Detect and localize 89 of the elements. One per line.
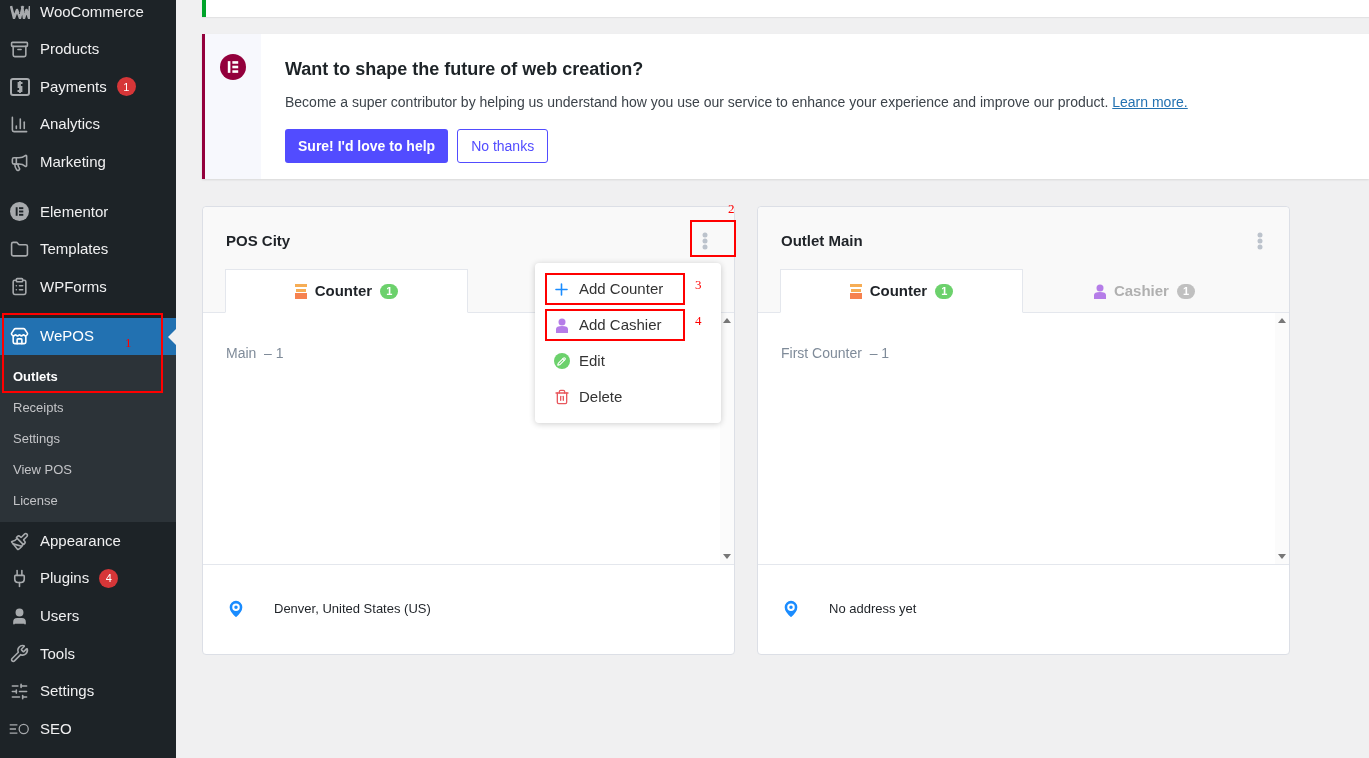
sidebar-item[interactable]: Marketing [0,143,176,181]
menu-item[interactable]: Add Cashier [545,309,685,341]
person-icon [1093,283,1106,299]
notice-text: Become a super contributor by helping us understand how you use our service to enhance your experience and improve our product. Learn more. [285,93,1188,112]
annotation-frame [690,220,736,257]
submenu-item[interactable]: View POS [0,454,176,486]
sidebar-item[interactable]: Appearance [0,522,176,560]
menu-item[interactable]: Add Counter [545,273,685,305]
submenu-item[interactable]: Outlets [0,361,176,393]
store-icon [10,327,29,347]
bar-chart-icon [10,115,29,135]
count-badge: 1 [116,77,136,97]
sidebar-label: Payments [40,76,107,97]
no-thanks-button[interactable]: No thanks [457,129,549,163]
sidebar-label: Products [40,39,100,60]
scroll-down-icon [723,554,731,559]
counter-stand-icon [849,283,862,299]
submenu-item[interactable]: Receipts [0,392,176,424]
sidebar-label: Marketing [40,151,106,172]
sidebar-label: WooCommerce [40,1,144,22]
sidebar-item[interactable]: Settings [0,672,176,711]
form-icon [10,277,29,297]
pencil-icon [553,353,570,369]
sidebar-label: Templates [40,239,109,260]
learn-more-link[interactable]: Learn more. [1112,94,1188,110]
megaphone-icon [10,152,29,172]
scrollbar[interactable] [720,313,734,564]
outlet-name: Outlet Main [781,230,863,251]
submenu-item[interactable]: License [0,485,176,517]
folder-icon [10,239,29,259]
sidebar-label: Settings [40,681,95,702]
more-icon[interactable] [702,232,708,250]
elementor-icon [10,202,29,222]
sidebar-item[interactable]: Elementor [0,192,176,231]
sidebar-item[interactable]: Products [0,30,176,69]
count-badge: 4 [99,569,119,589]
sidebar-label: SEO [40,718,72,739]
trash-icon [553,389,570,405]
address-text: No address yet [829,599,917,618]
sidebar-item[interactable]: WPForms [0,268,176,306]
user-icon [10,606,29,626]
sidebar-item[interactable]: Payments 1 [0,68,176,106]
sidebar-label: Analytics [40,114,101,135]
count-badge: 1 [1176,283,1196,299]
sidebar-label: Tools [40,643,76,664]
archive-icon [10,39,29,59]
annotation-number: 4 [695,312,702,330]
sidebar-label: Elementor [40,201,109,222]
annotation-number: 2 [728,200,735,218]
woo-logo-icon [9,4,30,19]
menu-item[interactable]: Edit [545,345,685,377]
annotation-number: 3 [695,276,702,294]
sidebar-label: WePOS [40,326,94,347]
sliders-icon [10,682,29,701]
sidebar-item[interactable]: Templates [0,230,176,269]
sidebar-item[interactable]: WooCommerce [0,0,176,31]
sidebar-item[interactable]: Plugins 4 [0,559,176,598]
notice-title: Want to shape the future of web creation? [285,58,645,81]
help-button[interactable]: Sure! I'd love to help [285,129,449,163]
elementor-logo-icon [220,54,246,80]
counter-stand-icon [294,283,307,299]
counter-entry: Main – 1 [226,344,284,363]
sidebar-item[interactable]: Users [0,597,176,636]
paintbrush-icon [10,531,29,551]
more-icon[interactable] [1257,232,1263,250]
annotation-number: 1 [125,334,132,352]
dollar-icon [9,78,30,96]
wrench-icon [10,644,29,664]
sidebar-label: Appearance [40,530,121,551]
outlet-tab[interactable]: Counter 1 [225,269,468,313]
sidebar-item[interactable]: SEO [0,710,176,748]
outlet-tab[interactable]: Counter 1 [780,269,1023,313]
sidebar-item[interactable]: Analytics [0,105,176,144]
sidebar-label: Users [40,606,80,627]
current-arrow-icon [168,328,176,345]
count-badge: 1 [380,283,399,299]
scroll-up-icon [1278,318,1286,323]
outlet-name: POS City [226,230,291,251]
scrollbar[interactable] [1275,313,1289,564]
menu-item[interactable]: Delete [545,381,685,413]
count-badge: 1 [935,283,954,299]
person-icon [555,317,568,333]
sidebar-item[interactable]: Tools [0,635,176,673]
sidebar-label: WPForms [40,276,107,297]
submenu-item[interactable]: Settings [0,423,176,455]
address-text: Denver, United States (US) [274,599,431,618]
sidebar-label: Plugins [40,568,90,589]
scroll-down-icon [1278,554,1286,559]
counter-entry: First Counter – 1 [781,344,890,363]
